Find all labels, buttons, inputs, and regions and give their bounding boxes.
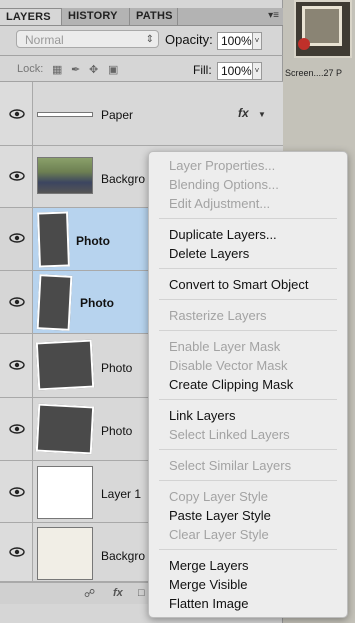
eye-icon: [9, 487, 25, 497]
menu-separator: [159, 549, 337, 550]
menu-item-enable-layer-mask: Enable Layer Mask: [169, 339, 281, 354]
lock-brush-icon[interactable]: ✒: [71, 63, 80, 76]
visibility-toggle[interactable]: [0, 398, 33, 460]
panel-menu-icon[interactable]: ▾≡: [268, 10, 279, 21]
document-label: Screen....27 P: [285, 68, 343, 78]
menu-separator: [159, 218, 337, 219]
eye-icon: [9, 547, 25, 557]
eye-icon: [9, 297, 25, 307]
tab-history[interactable]: HISTORY: [62, 8, 130, 25]
menu-item-duplicate-layers[interactable]: Duplicate Layers...: [169, 227, 277, 242]
menu-separator: [159, 480, 337, 481]
layer-name: Photo: [80, 296, 114, 310]
divider: [0, 55, 283, 56]
layer-thumbnail: [37, 211, 70, 268]
eye-icon: [9, 171, 25, 181]
visibility-toggle[interactable]: [0, 271, 33, 333]
menu-separator: [159, 449, 337, 450]
menu-item-create-clipping-mask[interactable]: Create Clipping Mask: [169, 377, 293, 392]
layer-name: Photo: [76, 234, 110, 248]
panel-tabs: LAYERS HISTORY PATHS ▾≡: [0, 8, 283, 26]
layer-name: Backgro: [101, 172, 146, 186]
menu-item-select-similar-layers: Select Similar Layers: [169, 458, 292, 473]
chevron-updown-icon: ⇕: [145, 34, 154, 45]
eye-icon: [9, 233, 25, 243]
flower-decoration: [298, 38, 310, 50]
layer-thumbnail: [37, 112, 93, 117]
expand-effects-icon[interactable]: ▼: [258, 110, 266, 119]
layer-name: Photo: [101, 424, 133, 438]
visibility-toggle[interactable]: [0, 334, 33, 397]
blend-mode-select[interactable]: Normal ⇕: [16, 30, 159, 48]
opacity-dropdown-icon[interactable]: ˅: [253, 32, 262, 50]
mask-icon[interactable]: □: [138, 587, 145, 599]
layer-name: Layer 1: [101, 487, 142, 501]
lock-transparency-icon[interactable]: ▦: [52, 63, 62, 76]
fill-dropdown-icon[interactable]: ˅: [253, 62, 262, 80]
menu-item-edit-adjustment: Edit Adjustment...: [169, 196, 271, 211]
opacity-label: Opacity:: [165, 32, 213, 47]
menu-separator: [159, 268, 337, 269]
eye-icon: [9, 424, 25, 434]
menu-item-merge-layers[interactable]: Merge Layers: [169, 558, 248, 573]
lock-position-icon[interactable]: ✥: [89, 63, 98, 76]
eye-icon: [9, 109, 25, 119]
menu-item-layer-properties: Layer Properties...: [169, 158, 276, 173]
layer-name: Paper: [101, 108, 134, 122]
layer-thumbnail: [35, 403, 95, 455]
fill-label: Fill:: [193, 63, 212, 77]
layer-thumbnail: [35, 339, 95, 391]
visibility-toggle[interactable]: [0, 461, 33, 522]
fill-input[interactable]: 100%: [217, 62, 253, 80]
menu-item-flatten-image[interactable]: Flatten Image: [169, 596, 249, 611]
visibility-toggle[interactable]: [0, 146, 33, 207]
fx-icon[interactable]: fx: [113, 587, 123, 599]
layer-thumbnail: [37, 466, 93, 519]
menu-item-merge-visible[interactable]: Merge Visible: [169, 577, 248, 592]
tab-layers[interactable]: LAYERS: [0, 8, 62, 25]
link-icon[interactable]: ☍: [84, 587, 95, 600]
menu-item-rasterize-layers: Rasterize Layers: [169, 308, 267, 323]
menu-item-convert-smart-object[interactable]: Convert to Smart Object: [169, 277, 308, 292]
menu-item-disable-vector-mask: Disable Vector Mask: [169, 358, 288, 373]
eye-icon: [9, 360, 25, 370]
menu-item-blending-options: Blending Options...: [169, 177, 279, 192]
visibility-toggle[interactable]: [0, 208, 33, 270]
context-menu: Layer Properties... Blending Options... …: [148, 151, 348, 618]
fx-icon[interactable]: fx: [238, 106, 249, 120]
menu-item-clear-layer-style: Clear Layer Style: [169, 527, 269, 542]
menu-separator: [159, 330, 337, 331]
visibility-toggle[interactable]: [0, 82, 33, 145]
lock-all-icon[interactable]: ▣: [108, 63, 118, 76]
layer-thumbnail-photo: [37, 157, 93, 194]
blend-mode-value: Normal: [25, 33, 64, 47]
visibility-toggle[interactable]: [0, 523, 33, 581]
layer-thumbnail: [37, 527, 93, 580]
menu-item-delete-layers[interactable]: Delete Layers: [169, 246, 249, 261]
lock-label: Lock:: [17, 63, 44, 75]
layer-thumbnail: [36, 274, 73, 331]
menu-item-select-linked-layers: Select Linked Layers: [169, 427, 290, 442]
menu-separator: [159, 299, 337, 300]
layer-name: Backgro: [101, 549, 146, 563]
menu-item-copy-layer-style: Copy Layer Style: [169, 489, 268, 504]
menu-separator: [159, 399, 337, 400]
layer-row-paper[interactable]: Paper fx ▼: [0, 82, 283, 146]
tab-paths[interactable]: PATHS: [130, 8, 178, 25]
layer-name: Photo: [101, 361, 133, 375]
opacity-input[interactable]: 100%: [217, 32, 253, 50]
document-thumbnail[interactable]: [294, 0, 352, 58]
menu-item-link-layers[interactable]: Link Layers: [169, 408, 235, 423]
menu-item-paste-layer-style[interactable]: Paste Layer Style: [169, 508, 271, 523]
